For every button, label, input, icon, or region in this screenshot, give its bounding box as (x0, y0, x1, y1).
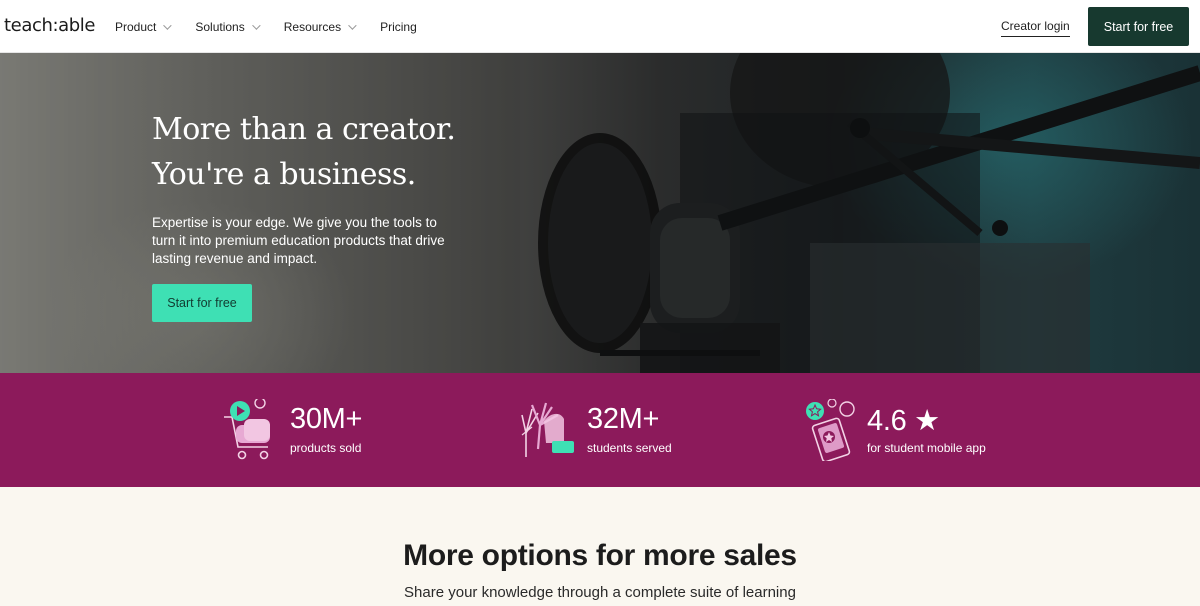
high-five-icon (521, 402, 574, 457)
hero-title-line-1: More than a creator. (152, 112, 456, 147)
main-menu: Product Solutions Resources Pricing (115, 0, 443, 53)
chevron-down-icon (348, 20, 357, 30)
stat-students-served: 32M+ students served (518, 373, 778, 487)
section-title: More options for more sales (403, 539, 797, 572)
section-subtitle: Share your knowledge through a complete … (404, 584, 796, 601)
stat-label: products sold (290, 441, 362, 455)
menu-item-label: Product (115, 19, 157, 34)
menu-item-label: Resources (283, 19, 342, 34)
menu-item-product[interactable]: Product (115, 19, 173, 34)
creator-login-link[interactable]: Creator login (1001, 19, 1070, 37)
shopping-cart-icon (224, 399, 270, 460)
chevron-down-icon (251, 20, 261, 30)
stat-value: 32M+ (587, 403, 660, 435)
menu-item-label: Solutions (195, 19, 245, 34)
chevron-down-icon (163, 20, 173, 30)
menu-item-pricing[interactable]: Pricing (380, 20, 417, 34)
mobile-rating-icon (806, 399, 855, 461)
stat-products-sold: 30M+ products sold (222, 373, 482, 487)
hero-title: More than a creator. You're a business. (152, 107, 456, 197)
teachable-logo[interactable]: teach:able (4, 15, 95, 36)
stat-label: for student mobile app (867, 441, 986, 455)
hero-section: More than a creator. You're a business. … (0, 53, 1200, 373)
stat-mobile-app-rating: 4.6 ★ for student mobile app (805, 373, 1065, 487)
top-navbar: teach:able Product Solutions Resources P… (0, 0, 1200, 53)
menu-item-solutions[interactable]: Solutions (195, 19, 261, 34)
more-options-section: More options for more sales Share your k… (0, 487, 1200, 606)
hero-background-image (0, 53, 1200, 373)
menu-item-label: Pricing (380, 19, 417, 34)
stat-label: students served (587, 441, 672, 455)
start-for-free-button[interactable]: Start for free (1088, 7, 1189, 46)
stats-bar: 30M+ products sold 32M+ students served … (0, 373, 1200, 487)
hero-subtitle: Expertise is your edge. We give you the … (152, 215, 445, 266)
stat-value: 30M+ (290, 403, 363, 435)
hero-title-line-2: You're a business. (152, 157, 416, 192)
hero-start-for-free-button[interactable]: Start for free (152, 284, 252, 322)
stat-value: 4.6 ★ (867, 405, 940, 437)
menu-item-resources[interactable]: Resources (283, 19, 357, 34)
